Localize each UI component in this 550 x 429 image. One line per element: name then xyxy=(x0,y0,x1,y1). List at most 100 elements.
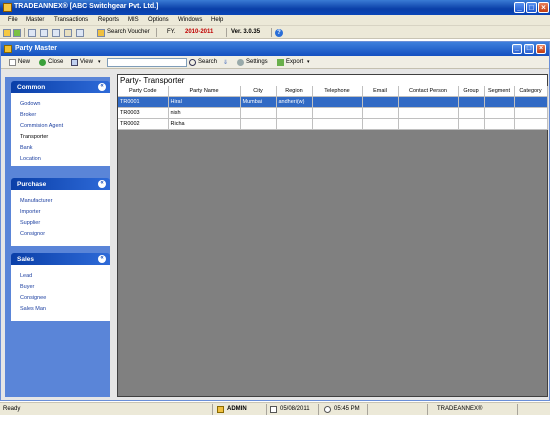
menu-mis[interactable]: MIS xyxy=(128,17,139,23)
nav-item-importer[interactable]: Importer xyxy=(20,209,40,215)
table-cell[interactable]: TR0002 xyxy=(118,118,169,130)
close-button[interactable]: × xyxy=(538,2,549,13)
table-cell[interactable] xyxy=(514,96,548,108)
table-cell[interactable] xyxy=(398,96,459,108)
view-dropdown-icon[interactable]: ▾ xyxy=(98,59,101,65)
table-cell[interactable]: Hiral xyxy=(168,96,241,108)
view-button[interactable]: View xyxy=(80,59,93,65)
maximize-button[interactable]: □ xyxy=(526,2,537,13)
search-input[interactable] xyxy=(107,58,187,67)
table-cell[interactable] xyxy=(484,107,515,119)
table-cell[interactable] xyxy=(514,118,548,130)
nav-item-godown[interactable]: Godown xyxy=(20,101,41,107)
export-dropdown-icon[interactable]: ▾ xyxy=(307,59,310,65)
child-close-button[interactable]: × xyxy=(536,44,546,54)
column-header[interactable]: Region xyxy=(276,86,313,97)
nav-item-commision-agent[interactable]: Commision Agent xyxy=(20,123,63,129)
collapse-chevron-icon[interactable]: « xyxy=(98,255,106,263)
table-cell[interactable] xyxy=(276,107,313,119)
new-button[interactable]: New xyxy=(18,59,30,65)
nav-item-transporter[interactable]: Transporter xyxy=(20,134,48,140)
menu-file[interactable]: File xyxy=(8,17,18,23)
column-header[interactable]: Party Name xyxy=(168,86,241,97)
table-cell[interactable] xyxy=(458,107,485,119)
nav-item-supplier[interactable]: Supplier xyxy=(20,220,40,226)
minimize-button[interactable]: _ xyxy=(514,2,525,13)
table-row[interactable]: TR0003 nish xyxy=(118,107,548,119)
table-cell[interactable] xyxy=(514,107,548,119)
table-cell[interactable]: andheri(w) xyxy=(276,96,313,108)
table-cell[interactable] xyxy=(362,96,399,108)
table-cell[interactable]: TR0003 xyxy=(118,107,169,119)
collapse-chevron-icon[interactable]: « xyxy=(98,83,106,91)
table-cell[interactable] xyxy=(484,96,515,108)
nav-group-common[interactable]: Common « xyxy=(11,81,110,93)
table-cell[interactable] xyxy=(458,96,485,108)
child-minimize-button[interactable]: _ xyxy=(512,44,522,54)
print-icon[interactable] xyxy=(76,29,84,37)
menu-transactions[interactable]: Transactions xyxy=(54,17,88,23)
search-voucher-button[interactable]: Search Voucher xyxy=(107,29,150,35)
column-header[interactable]: Telephone xyxy=(312,86,363,97)
menu-help[interactable]: Help xyxy=(211,17,223,23)
table-cell[interactable] xyxy=(276,118,313,130)
export-button[interactable]: Export xyxy=(286,59,303,65)
table-cell[interactable]: nish xyxy=(168,107,241,119)
table-cell[interactable]: Mumbai xyxy=(240,96,277,108)
nav-item-buyer[interactable]: Buyer xyxy=(20,284,34,290)
collapse-chevron-icon[interactable]: « xyxy=(98,180,106,188)
table-cell[interactable] xyxy=(312,118,363,130)
search-button[interactable]: Search xyxy=(198,59,217,65)
nav-item-consignor[interactable]: Consignor xyxy=(20,231,45,237)
table-cell[interactable] xyxy=(398,107,459,119)
column-header[interactable]: Party Code xyxy=(118,86,169,97)
table-row[interactable]: TR0001 Hiral Mumbai andheri(w) xyxy=(118,96,548,108)
table-cell[interactable]: TR0001 xyxy=(118,96,169,108)
table-cell[interactable] xyxy=(398,118,459,130)
open-icon[interactable] xyxy=(3,29,11,37)
list-icon[interactable] xyxy=(52,29,60,37)
table-icon[interactable] xyxy=(40,29,48,37)
nav-item-broker[interactable]: Broker xyxy=(20,112,36,118)
column-header[interactable]: Contact Person xyxy=(398,86,459,97)
fy-label: FY. xyxy=(167,29,176,35)
column-header[interactable]: Group xyxy=(458,86,485,97)
column-header[interactable]: Segment xyxy=(484,86,515,97)
refresh-icon[interactable] xyxy=(13,29,21,37)
settings-button[interactable]: Settings xyxy=(246,59,268,65)
table-cell[interactable] xyxy=(312,96,363,108)
table-cell[interactable] xyxy=(458,118,485,130)
nav-item-lead[interactable]: Lead xyxy=(20,273,32,279)
table-row[interactable]: TR0002 Richa xyxy=(118,118,548,130)
nav-group-purchase[interactable]: Purchase « xyxy=(11,178,110,190)
menu-master[interactable]: Master xyxy=(26,17,44,23)
column-header[interactable]: City xyxy=(240,86,277,97)
app-logo-icon xyxy=(3,3,12,12)
table-cell[interactable]: Richa xyxy=(168,118,241,130)
menu-windows[interactable]: Windows xyxy=(178,17,202,23)
child-maximize-button[interactable]: □ xyxy=(524,44,534,54)
help-icon[interactable]: ? xyxy=(275,29,283,37)
document-icon[interactable] xyxy=(64,29,72,37)
table-cell[interactable] xyxy=(312,107,363,119)
close-doc-button[interactable]: Close xyxy=(48,59,63,65)
nav-item-location[interactable]: Location xyxy=(20,156,41,162)
nav-item-sales-man[interactable]: Sales Man xyxy=(20,306,46,312)
nav-group-sales[interactable]: Sales « xyxy=(11,253,110,265)
search-voucher-icon[interactable] xyxy=(97,29,105,37)
nav-item-bank[interactable]: Bank xyxy=(20,145,33,151)
table-cell[interactable] xyxy=(240,118,277,130)
table-cell[interactable] xyxy=(484,118,515,130)
toolbar-separator xyxy=(271,28,272,37)
nav-item-consignee[interactable]: Consignee xyxy=(20,295,46,301)
menu-options[interactable]: Options xyxy=(148,17,169,23)
table-cell[interactable] xyxy=(362,107,399,119)
table-cell[interactable] xyxy=(362,118,399,130)
filter-icon[interactable]: ⇓ xyxy=(223,59,228,66)
nav-item-manufacturer[interactable]: Manufacturer xyxy=(20,198,52,204)
menu-reports[interactable]: Reports xyxy=(98,17,119,23)
column-header[interactable]: Category xyxy=(514,86,548,97)
column-header[interactable]: Email xyxy=(362,86,399,97)
grid-icon[interactable] xyxy=(28,29,36,37)
table-cell[interactable] xyxy=(240,107,277,119)
